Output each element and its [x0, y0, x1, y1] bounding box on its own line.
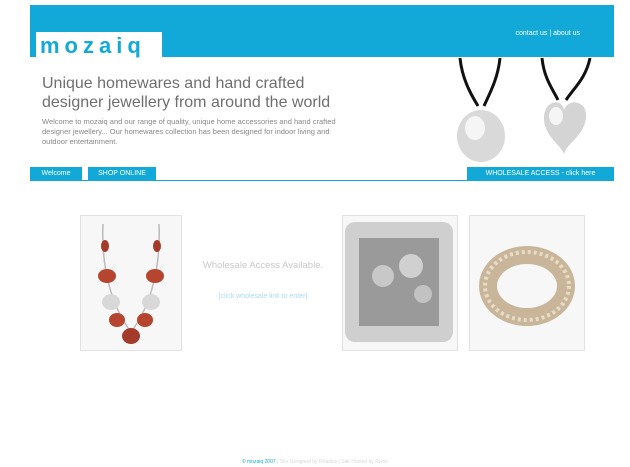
- site-logo[interactable]: mozaiq: [40, 32, 146, 60]
- page-headline: Unique homewares and hand crafted design…: [42, 74, 362, 112]
- wholesale-message: Wholesale Access Available.: [202, 260, 324, 271]
- wholesale-link[interactable]: [click wholesale link to enter]: [188, 293, 338, 300]
- bracelet-photo[interactable]: [469, 215, 585, 351]
- footer: © mozaiq 2007 | Site Designed by Rhadius…: [0, 459, 630, 465]
- about-us-link[interactable]: about us: [553, 30, 580, 37]
- link-separator: |: [549, 30, 552, 37]
- photo-frame-photo[interactable]: [342, 215, 458, 351]
- nav-shop-online-button[interactable]: SHOP ONLINE: [88, 167, 156, 180]
- intro-text: Welcome to mozaiq and our range of quali…: [42, 117, 336, 146]
- top-links: contact us | about us: [515, 30, 580, 37]
- contact-us-link[interactable]: contact us: [515, 30, 547, 37]
- headline-line-1: Unique homewares and hand crafted: [42, 75, 305, 92]
- nav-divider: [30, 180, 614, 181]
- necklace-photo[interactable]: [80, 215, 182, 351]
- headline-line-2: designer jewellery from around the world: [42, 94, 331, 111]
- nav-welcome-button[interactable]: Welcome: [30, 167, 82, 180]
- footer-copyright: © mozaiq 2007: [241, 459, 276, 465]
- wholesale-access-button[interactable]: WHOLESALE ACCESS - click here: [467, 167, 614, 180]
- footer-credits: | Site Designed by Rhadius | Site Hosted…: [275, 459, 389, 465]
- pendant-necklace-image: [457, 58, 592, 162]
